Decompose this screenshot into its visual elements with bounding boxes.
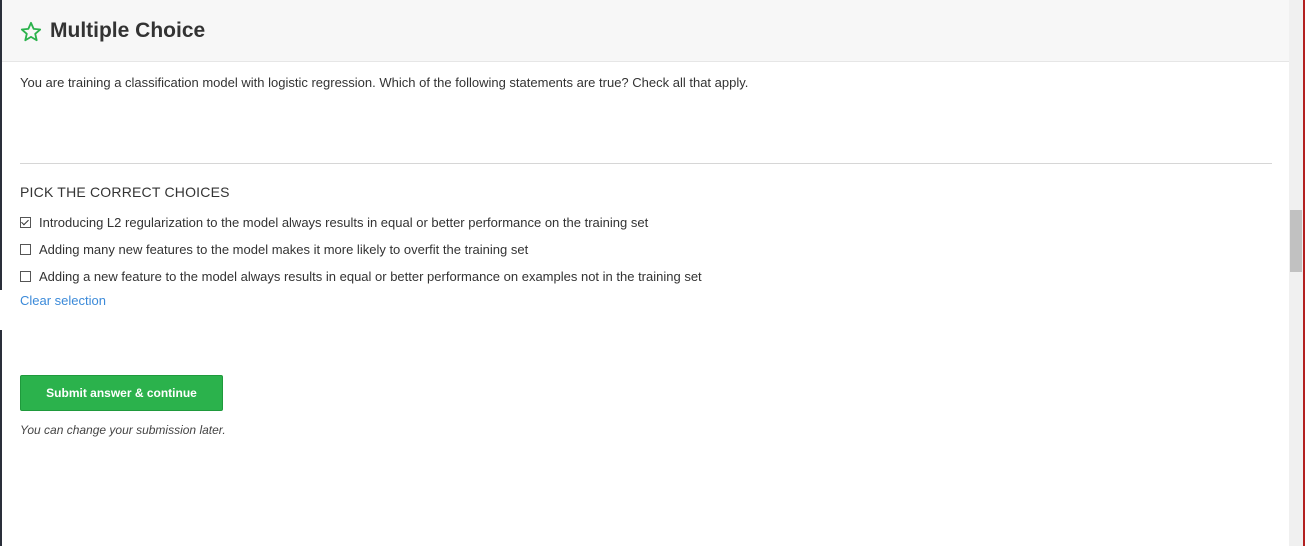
scrollbar-thumb[interactable]: [1290, 210, 1302, 272]
choice-label-2: Adding many new features to the model ma…: [39, 241, 529, 257]
choice-option-3[interactable]: Adding a new feature to the model always…: [20, 267, 702, 285]
section-divider: [20, 163, 1272, 164]
choice-option-2[interactable]: Adding many new features to the model ma…: [20, 240, 528, 258]
window-left-edge: [0, 0, 2, 546]
clear-selection-link[interactable]: Clear selection: [20, 292, 106, 310]
page-title: Multiple Choice: [50, 19, 206, 42]
submission-note: You can change your submission later.: [20, 423, 226, 437]
choice-option-1[interactable]: Introducing L2 regularization to the mod…: [20, 213, 648, 231]
question-header: Multiple Choice: [2, 0, 1289, 62]
choice-checkbox-2[interactable]: [20, 243, 31, 255]
star-outline-icon[interactable]: [20, 21, 42, 43]
question-text: You are training a classification model …: [20, 75, 749, 90]
choice-label-1: Introducing L2 regularization to the mod…: [39, 214, 649, 230]
choice-checkbox-1[interactable]: [20, 216, 31, 228]
vertical-scrollbar[interactable]: [1289, 0, 1303, 546]
window-left-edge-gap: [0, 290, 2, 330]
choice-label-3: Adding a new feature to the model always…: [39, 268, 702, 284]
choice-checkbox-3[interactable]: [20, 270, 31, 282]
choices-heading: PICK THE CORRECT CHOICES: [20, 184, 230, 200]
submit-answer-button[interactable]: Submit answer & continue: [20, 375, 223, 411]
